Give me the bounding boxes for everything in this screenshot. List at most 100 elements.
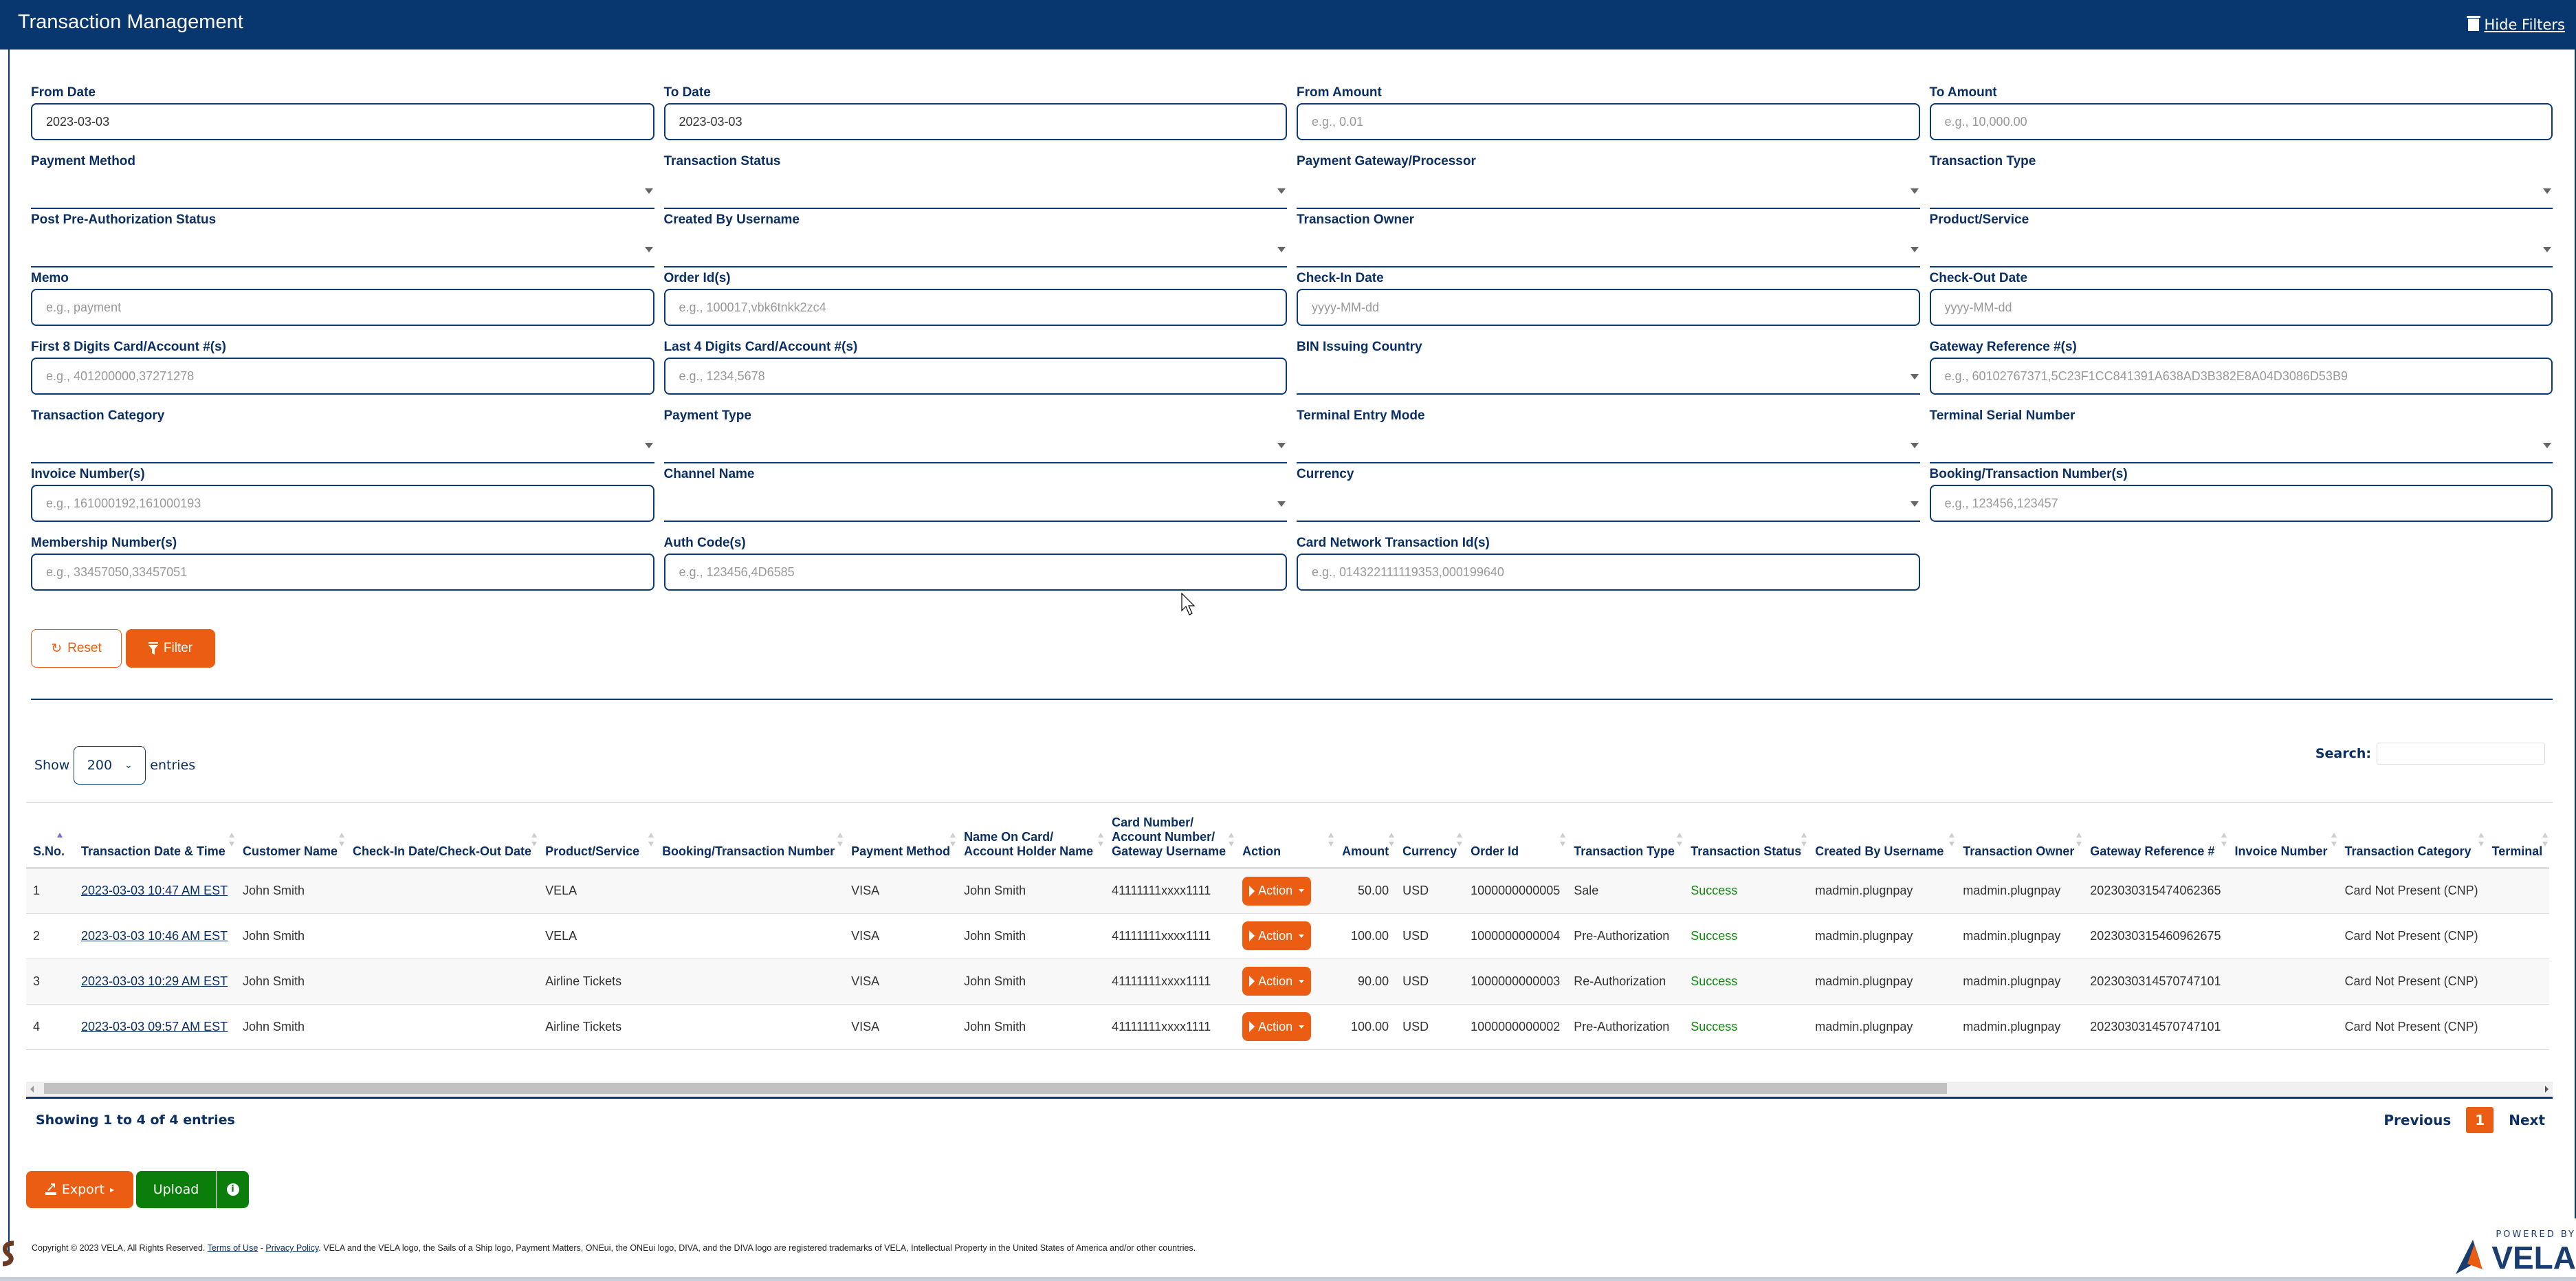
horizontal-scrollbar[interactable] (26, 1082, 2553, 1097)
page-1-button[interactable]: 1 (2466, 1107, 2494, 1133)
upload-button[interactable]: Upload (136, 1171, 216, 1208)
sort-icon[interactable] (1949, 832, 1955, 846)
sort-icon[interactable] (648, 832, 654, 846)
sort-icon[interactable] (1560, 832, 1566, 846)
cell-invoice (2227, 868, 2338, 914)
sort-icon[interactable] (2076, 832, 2082, 846)
from-date-input[interactable] (31, 103, 654, 140)
action-dropdown-button[interactable]: Action (1242, 1012, 1312, 1041)
column-header[interactable]: Gateway Reference # (2083, 802, 2228, 869)
column-header[interactable]: Invoice Number (2227, 802, 2338, 869)
card-network-transaction-id-s-input[interactable] (1297, 554, 1920, 591)
currency-select[interactable] (1297, 485, 1920, 522)
last-4-digits-card-account-s-input[interactable] (663, 358, 1287, 395)
auth-code-s-input[interactable] (663, 554, 1287, 591)
sort-icon[interactable] (2221, 832, 2227, 846)
column-header[interactable]: Transaction Type (1567, 802, 1684, 869)
next-button[interactable]: Next (2509, 1112, 2545, 1128)
transaction-link[interactable]: 2023-03-03 10:47 AM EST (81, 884, 228, 897)
transaction-link[interactable]: 2023-03-03 10:29 AM EST (81, 974, 228, 988)
column-header[interactable]: Name On Card/Account Holder Name (957, 802, 1105, 869)
privacy-link[interactable]: Privacy Policy (265, 1243, 318, 1253)
transaction-type-select[interactable] (1929, 172, 2553, 209)
sort-icon[interactable] (339, 832, 344, 846)
column-header[interactable]: Transaction Category (2337, 802, 2485, 869)
sort-icon[interactable] (229, 832, 234, 846)
column-header[interactable]: Transaction Status (1684, 802, 1809, 869)
first-8-digits-card-account-s-input[interactable] (31, 358, 654, 395)
sort-asc-icon[interactable] (57, 832, 63, 846)
order-id-s-input[interactable] (663, 289, 1287, 326)
action-dropdown-button[interactable]: Action (1242, 876, 1312, 906)
column-header[interactable]: Customer Name (236, 802, 346, 869)
column-header[interactable]: Terminal (2485, 802, 2550, 869)
sort-icon[interactable] (1098, 832, 1104, 846)
sort-icon[interactable] (1677, 832, 1683, 846)
transaction-link[interactable]: 2023-03-03 09:57 AM EST (81, 1020, 228, 1033)
payment-method-select[interactable] (31, 172, 654, 209)
sort-icon[interactable] (1229, 832, 1235, 846)
terms-link[interactable]: Terms of Use (208, 1243, 258, 1253)
column-header[interactable]: Created By Username (1808, 802, 1957, 869)
terminal-entry-mode-select[interactable] (1297, 426, 1920, 463)
entries-select[interactable]: 200 ⌄ (74, 746, 146, 785)
scroll-left-icon[interactable] (30, 1086, 34, 1093)
sort-icon[interactable] (2542, 832, 2549, 846)
hide-filters-link[interactable]: Hide Filters (2466, 16, 2565, 33)
transaction-link[interactable]: 2023-03-03 10:46 AM EST (81, 929, 228, 943)
scrollbar-thumb[interactable] (44, 1083, 1947, 1094)
export-button[interactable]: Export ▸ (26, 1171, 133, 1208)
scroll-right-icon[interactable] (2545, 1086, 2549, 1093)
column-header[interactable]: S.No. (26, 802, 74, 869)
sort-icon[interactable] (531, 832, 538, 846)
column-header[interactable]: Card Number/Account Number/Gateway Usern… (1105, 802, 1236, 869)
sort-icon[interactable] (2331, 832, 2337, 846)
sort-icon[interactable] (1389, 832, 1395, 846)
memo-input[interactable] (31, 289, 654, 326)
column-header[interactable]: Transaction Owner (1956, 802, 2084, 869)
sort-icon[interactable] (1328, 832, 1334, 846)
transaction-category-select[interactable] (31, 426, 654, 463)
action-dropdown-button[interactable]: Action (1242, 921, 1312, 950)
check-out-date-input[interactable] (1929, 289, 2553, 326)
reset-button[interactable]: ↻ Reset (31, 629, 122, 668)
channel-name-select[interactable] (663, 485, 1287, 522)
show-label: Show (34, 758, 70, 773)
search-input[interactable] (2377, 743, 2545, 765)
transaction-owner-select[interactable] (1297, 230, 1920, 267)
sort-icon[interactable] (950, 832, 956, 846)
from-amount-input[interactable] (1297, 103, 1920, 140)
payment-gateway-processor-select[interactable] (1297, 172, 1920, 209)
sort-icon[interactable] (1801, 832, 1807, 846)
payment-type-select[interactable] (663, 426, 1287, 463)
column-header[interactable]: Amount (1335, 802, 1396, 869)
transaction-status-select[interactable] (663, 172, 1287, 209)
column-header[interactable]: Order Id (1464, 802, 1567, 869)
gateway-reference-s-input[interactable] (1929, 358, 2553, 395)
filter-button[interactable]: Filter (126, 629, 215, 668)
post-pre-authorization-status-select[interactable] (31, 230, 654, 267)
created-by-username-select[interactable] (663, 230, 1287, 267)
to-amount-input[interactable] (1929, 103, 2553, 140)
sort-icon[interactable] (1457, 832, 1463, 846)
column-header[interactable]: Transaction Date & Time (74, 802, 236, 869)
column-header[interactable]: Product/Service (538, 802, 656, 869)
column-header[interactable]: Booking/Transaction Number (655, 802, 845, 869)
action-dropdown-button[interactable]: Action (1242, 967, 1312, 996)
column-header[interactable]: Payment Method (844, 802, 958, 869)
sort-icon[interactable] (2478, 832, 2484, 846)
membership-number-s-input[interactable] (31, 554, 654, 591)
product-service-select[interactable] (1929, 230, 2553, 267)
column-header[interactable]: Action (1235, 802, 1336, 869)
sort-icon[interactable] (837, 832, 844, 846)
previous-button[interactable]: Previous (2384, 1112, 2451, 1128)
upload-info-button[interactable]: i (216, 1171, 249, 1208)
bin-issuing-country-select[interactable] (1297, 358, 1920, 395)
to-date-input[interactable] (663, 103, 1287, 140)
booking-transaction-number-s-input[interactable] (1929, 485, 2553, 522)
invoice-number-s-input[interactable] (31, 485, 654, 522)
check-in-date-input[interactable] (1297, 289, 1920, 326)
column-header[interactable]: Check-In Date/Check-Out Date (346, 802, 539, 869)
terminal-serial-number-select[interactable] (1929, 426, 2553, 463)
column-header[interactable]: Currency (1396, 802, 1464, 869)
